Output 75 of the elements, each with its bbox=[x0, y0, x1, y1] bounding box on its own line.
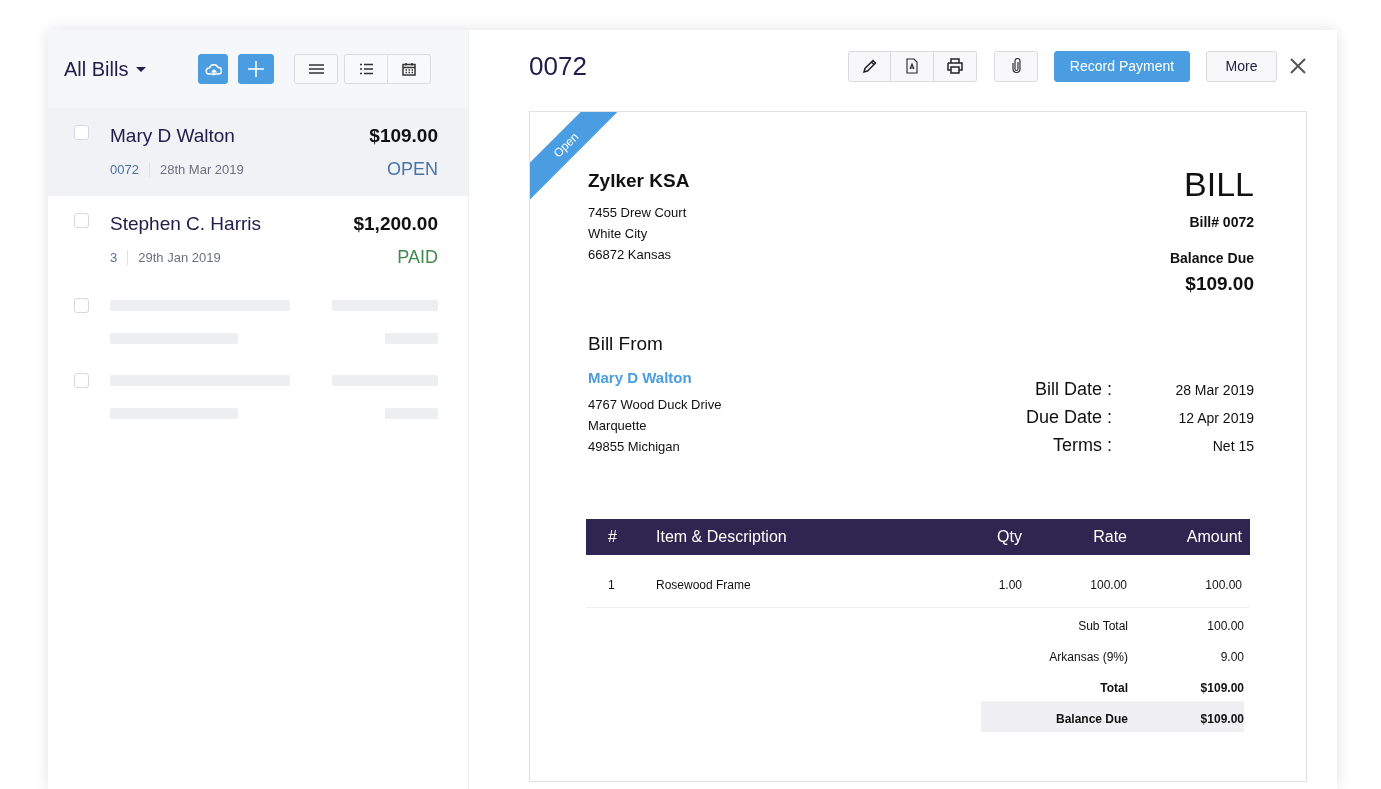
address-line: White City bbox=[588, 225, 649, 243]
checkbox[interactable] bbox=[74, 124, 89, 140]
bill-amount: $109.00 bbox=[369, 124, 438, 147]
field-value: 28 Mar 2019 bbox=[1174, 381, 1254, 400]
vendor-name: Stephen C. Harris bbox=[110, 212, 262, 235]
checkbox[interactable] bbox=[74, 212, 89, 228]
table-cell: 100.00 bbox=[1030, 555, 1135, 608]
balance-due-amount: $109.00 bbox=[1185, 273, 1254, 295]
table-cell: 1.00 bbox=[950, 555, 1030, 608]
menu-icon bbox=[308, 63, 324, 75]
list-view-button[interactable] bbox=[344, 54, 389, 84]
bill-title: 0072 bbox=[529, 50, 588, 82]
field-label: Terms : bbox=[1052, 435, 1112, 456]
checkbox[interactable] bbox=[74, 373, 89, 388]
column-header: # bbox=[586, 519, 656, 555]
column-header: Rate bbox=[1030, 519, 1135, 555]
menu-button[interactable] bbox=[294, 54, 339, 84]
field-value: 12 Apr 2019 bbox=[1177, 409, 1254, 428]
total-label: Sub Total bbox=[1077, 618, 1128, 635]
bill-number: 3 bbox=[110, 249, 129, 265]
bill-list-item[interactable]: Stephen C. Harris $1,200.00 3 29th Jan 2019 PAID bbox=[48, 196, 468, 284]
total-label: Arkansas (9%) bbox=[1048, 649, 1128, 666]
bill-status: PAID bbox=[396, 246, 438, 268]
total-value: 9.00 bbox=[1219, 649, 1244, 666]
bill-date: 29th Jan 2019 bbox=[137, 249, 221, 265]
new-bill-button[interactable] bbox=[238, 54, 275, 84]
document-title: BILL bbox=[1184, 164, 1254, 204]
address-line: Marquette bbox=[588, 417, 648, 435]
bill-date: 28th Mar 2019 bbox=[158, 161, 244, 177]
total-label: Total bbox=[1099, 680, 1128, 697]
bill-status: OPEN bbox=[386, 158, 438, 180]
section-heading: Bill From bbox=[588, 333, 664, 355]
balance-due-label: Balance Due bbox=[1169, 250, 1254, 266]
column-header: Qty bbox=[950, 519, 1030, 555]
column-header: Item & Description bbox=[656, 519, 950, 555]
more-button[interactable]: More bbox=[1206, 50, 1277, 82]
cloud-upload-icon bbox=[204, 61, 222, 77]
pencil-icon bbox=[861, 58, 878, 74]
total-value: 100.00 bbox=[1206, 618, 1244, 635]
company-name: Zylker KSA bbox=[588, 170, 690, 192]
table-cell: Rosewood Frame bbox=[656, 555, 950, 608]
field-value: Net 15 bbox=[1211, 437, 1254, 456]
vendor-name: Mary D Walton bbox=[110, 124, 236, 147]
address-line: 66872 Kansas bbox=[588, 246, 673, 264]
total-value: $109.00 bbox=[1128, 701, 1244, 732]
upload-button[interactable] bbox=[198, 54, 229, 84]
close-icon bbox=[1290, 58, 1306, 74]
plus-icon bbox=[248, 61, 265, 77]
bill-amount: $1,200.00 bbox=[353, 212, 438, 235]
paperclip-icon bbox=[1011, 58, 1021, 74]
list-icon bbox=[359, 63, 373, 75]
table-cell: 100.00 bbox=[1135, 555, 1250, 608]
pdf-button[interactable] bbox=[891, 50, 934, 82]
field-label: Bill Date : bbox=[1033, 379, 1112, 400]
bill-number: Bill# 0072 bbox=[1189, 214, 1254, 230]
caret-icon bbox=[136, 66, 147, 72]
checkbox[interactable] bbox=[74, 298, 89, 313]
total-label: Balance Due bbox=[980, 701, 1128, 732]
address-line: 7455 Drew Court bbox=[588, 204, 688, 222]
bill-list-item[interactable]: Mary D Walton $109.00 0072 28th Mar 2019 OPEN bbox=[48, 108, 468, 196]
list-title[interactable]: All Bills bbox=[64, 57, 129, 81]
bill-number: 0072 bbox=[110, 161, 150, 177]
print-button[interactable] bbox=[934, 50, 977, 82]
column-header: Amount bbox=[1135, 519, 1250, 555]
address-line: 4767 Wood Duck Drive bbox=[588, 396, 722, 414]
calendar-view-button[interactable] bbox=[388, 54, 432, 84]
calendar-icon bbox=[402, 62, 417, 76]
pdf-file-icon bbox=[906, 58, 918, 74]
field-label: Due Date : bbox=[1025, 407, 1112, 428]
printer-icon bbox=[947, 58, 963, 74]
attachment-button[interactable] bbox=[994, 50, 1038, 82]
table-cell: 1 bbox=[586, 555, 656, 608]
address-line: 49855 Michigan bbox=[588, 438, 681, 456]
total-value: $109.00 bbox=[1199, 680, 1244, 697]
edit-button[interactable] bbox=[848, 50, 891, 82]
